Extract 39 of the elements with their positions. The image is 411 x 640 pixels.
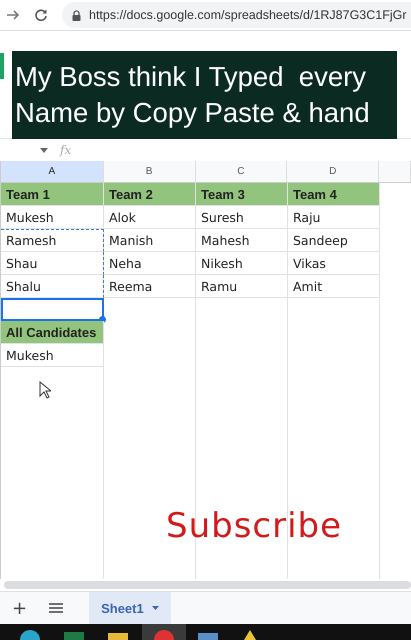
- caret-icon: [152, 606, 159, 610]
- subscribe-text: Subscribe: [166, 506, 342, 546]
- table-cell[interactable]: Sandeep: [288, 229, 380, 252]
- table-cell[interactable]: Amit: [288, 275, 380, 298]
- column-header[interactable]: A: [1, 161, 104, 183]
- add-sheet-button[interactable]: +: [12, 598, 28, 618]
- caption-text: Name by Copy Paste & hand: [15, 96, 371, 130]
- table-cell[interactable]: Ramesh: [1, 229, 104, 252]
- table-cell[interactable]: Suresh: [196, 206, 288, 229]
- table-cell[interactable]: Ramu: [196, 275, 288, 298]
- table-cell[interactable]: Vikas: [288, 252, 380, 275]
- table-cell[interactable]: Reema: [104, 275, 196, 298]
- address-bar[interactable]: https://docs.google.com/spreadsheets/d/1RJ87G3C1FjGr: [62, 2, 411, 28]
- reload-icon[interactable]: [34, 8, 48, 22]
- table-cell[interactable]: Raju: [288, 206, 380, 229]
- table-cell[interactable]: Team 1: [1, 183, 104, 206]
- table-cell[interactable]: Team 2: [104, 183, 196, 206]
- table-cell[interactable]: Shau: [1, 252, 104, 275]
- lock-icon: [72, 10, 81, 20]
- table-cell[interactable]: Shalu: [1, 275, 104, 298]
- table-cell[interactable]: Mukesh: [1, 344, 104, 367]
- mouse-pointer-icon: [39, 381, 51, 399]
- table-cell[interactable]: Team 4: [288, 183, 380, 206]
- forward-icon[interactable]: [6, 8, 20, 22]
- table-cell[interactable]: [1, 298, 104, 321]
- table-cell[interactable]: Team 3: [196, 183, 288, 206]
- table-cell[interactable]: Mukesh: [1, 206, 104, 229]
- table-cell[interactable]: Mahesh: [196, 229, 288, 252]
- fx-label: fx: [60, 143, 72, 157]
- table-cell[interactable]: All Candidates: [1, 321, 104, 344]
- table-cell[interactable]: Manish: [104, 229, 196, 252]
- caption-text: My Boss think I Typed every: [15, 60, 368, 94]
- table-cell[interactable]: Neha: [104, 252, 196, 275]
- scrollbar[interactable]: [4, 581, 411, 589]
- table-cell[interactable]: Alok: [104, 206, 196, 229]
- table-cell[interactable]: Nikesh: [196, 252, 288, 275]
- dropdown-caret-icon[interactable]: [40, 148, 48, 152]
- sheet-tab[interactable]: Sheet1: [89, 592, 171, 624]
- menu-icon[interactable]: [49, 603, 64, 613]
